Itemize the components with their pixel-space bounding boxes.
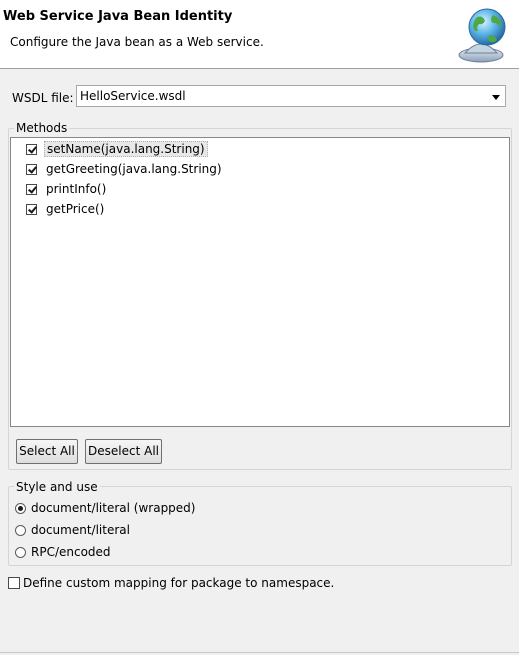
radio-button[interactable]: [15, 502, 26, 514]
page-description: Configure the Java bean as a Web service…: [10, 35, 264, 49]
methods-legend: Methods: [14, 121, 70, 135]
method-label: getGreeting(java.lang.String): [46, 162, 222, 176]
method-row-set-name[interactable]: setName(java.lang.String): [26, 140, 208, 158]
method-label: setName(java.lang.String): [44, 141, 208, 157]
method-row-get-price[interactable]: getPrice(): [26, 200, 106, 218]
chevron-down-icon[interactable]: [492, 95, 500, 100]
method-row-print-info[interactable]: printInfo(): [26, 180, 108, 198]
method-label: getPrice(): [46, 202, 105, 216]
method-checkbox[interactable]: [26, 183, 37, 195]
page-title: Web Service Java Bean Identity: [3, 9, 233, 24]
radio-button[interactable]: [15, 546, 26, 558]
wizard-header: Web Service Java Bean Identity Configure…: [0, 0, 519, 69]
bottom-divider: [0, 652, 519, 653]
method-checkbox[interactable]: [26, 163, 37, 175]
custom-mapping-option[interactable]: Define custom mapping for package to nam…: [8, 574, 334, 592]
style-and-use-legend: Style and use: [14, 480, 100, 494]
radio-rpc-encoded[interactable]: RPC/encoded: [15, 543, 111, 561]
custom-mapping-checkbox[interactable]: [8, 577, 20, 589]
radio-document-literal[interactable]: document/literal: [15, 521, 130, 539]
wsdl-file-combo[interactable]: HelloService.wsdl: [76, 85, 506, 107]
web-service-globe-icon: [458, 8, 506, 63]
wsdl-file-value: HelloService.wsdl: [80, 89, 186, 103]
radio-label: RPC/encoded: [31, 545, 111, 559]
custom-mapping-label: Define custom mapping for package to nam…: [23, 576, 335, 590]
deselect-all-button[interactable]: Deselect All: [85, 439, 162, 464]
radio-button[interactable]: [15, 524, 26, 536]
radio-label: document/literal (wrapped): [31, 501, 196, 515]
select-all-button[interactable]: Select All: [16, 439, 78, 464]
method-label: printInfo(): [46, 182, 107, 196]
method-row-get-greeting[interactable]: getGreeting(java.lang.String): [26, 160, 224, 178]
method-checkbox[interactable]: [26, 203, 37, 215]
method-checkbox[interactable]: [26, 143, 37, 155]
wsdl-file-label: WSDL file:: [12, 91, 74, 105]
radio-document-literal-wrapped[interactable]: document/literal (wrapped): [15, 499, 195, 517]
radio-label: document/literal: [31, 523, 130, 537]
